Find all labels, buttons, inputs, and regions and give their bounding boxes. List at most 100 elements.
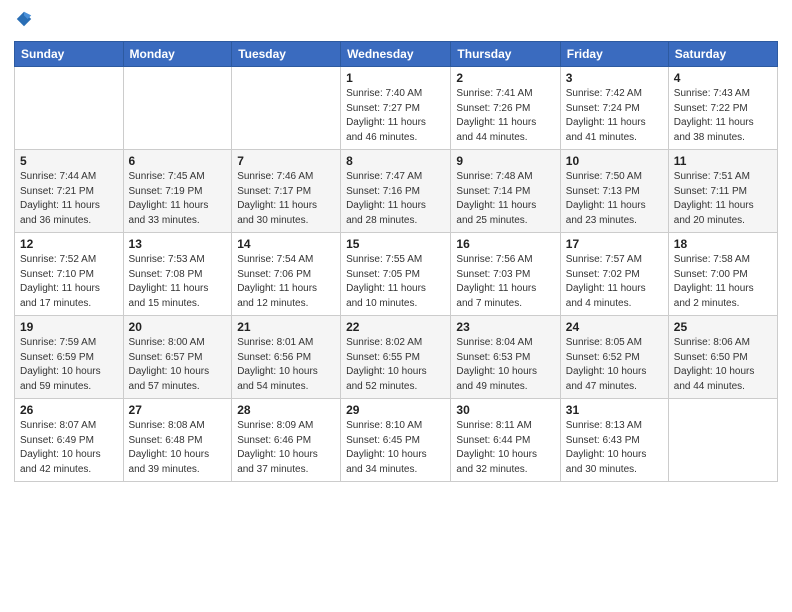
day-info: Sunrise: 8:07 AM Sunset: 6:49 PM Dayligh… xyxy=(20,419,118,477)
day-info: Sunrise: 8:04 AM Sunset: 6:53 PM Dayligh… xyxy=(456,336,554,394)
header xyxy=(14,10,778,33)
day-number: 9 xyxy=(456,154,554,168)
day-number: 23 xyxy=(456,320,554,334)
day-info: Sunrise: 7:50 AM Sunset: 7:13 PM Dayligh… xyxy=(566,170,663,228)
day-number: 19 xyxy=(20,320,118,334)
calendar-cell xyxy=(232,67,341,150)
day-info: Sunrise: 7:52 AM Sunset: 7:10 PM Dayligh… xyxy=(20,253,118,311)
calendar-cell: 5 Sunrise: 7:44 AM Sunset: 7:21 PM Daylig… xyxy=(15,150,124,233)
calendar-cell: 24Sunrise: 8:05 AM Sunset: 6:52 PM Dayli… xyxy=(560,316,668,399)
page: SundayMondayTuesdayWednesdayThursdayFrid… xyxy=(0,0,792,612)
calendar-day-header: Friday xyxy=(560,42,668,67)
calendar-cell: 27 Sunrise: 8:08 AM Sunset: 6:48 PM Dayli… xyxy=(123,399,232,482)
day-number: 27 xyxy=(129,403,227,417)
logo-icon xyxy=(15,10,33,28)
calendar-cell: 1 Sunrise: 7:40 AM Sunset: 7:27 PM Daylig… xyxy=(341,67,451,150)
calendar-cell: 23 Sunrise: 8:04 AM Sunset: 6:53 PM Dayli… xyxy=(451,316,560,399)
day-info: Sunrise: 7:41 AM Sunset: 7:26 PM Dayligh… xyxy=(456,87,554,145)
calendar-cell: 17 Sunrise: 7:57 AM Sunset: 7:02 PM Dayli… xyxy=(560,233,668,316)
calendar-cell xyxy=(15,67,124,150)
day-number: 21 xyxy=(237,320,335,334)
day-info: Sunrise: 7:48 AM Sunset: 7:14 PM Dayligh… xyxy=(456,170,554,228)
calendar-cell: 30 Sunrise: 8:11 AM Sunset: 6:44 PM Dayli… xyxy=(451,399,560,482)
day-number: 14 xyxy=(237,237,335,251)
calendar-cell: 2Sunrise: 7:41 AM Sunset: 7:26 PM Daylig… xyxy=(451,67,560,150)
calendar-day-header: Sunday xyxy=(15,42,124,67)
calendar-day-header: Saturday xyxy=(668,42,777,67)
day-number: 6 xyxy=(129,154,227,168)
calendar-cell: 12 Sunrise: 7:52 AM Sunset: 7:10 PM Dayli… xyxy=(15,233,124,316)
logo xyxy=(14,10,35,33)
calendar-cell: 29 Sunrise: 8:10 AM Sunset: 6:45 PM Dayli… xyxy=(341,399,451,482)
day-info: Sunrise: 7:55 AM Sunset: 7:05 PM Dayligh… xyxy=(346,253,445,311)
day-info: Sunrise: 7:40 AM Sunset: 7:27 PM Dayligh… xyxy=(346,87,445,145)
calendar-week-row: 1 Sunrise: 7:40 AM Sunset: 7:27 PM Daylig… xyxy=(15,67,778,150)
day-info: Sunrise: 8:06 AM Sunset: 6:50 PM Dayligh… xyxy=(674,336,772,394)
day-info: Sunrise: 7:53 AM Sunset: 7:08 PM Dayligh… xyxy=(129,253,227,311)
day-info: Sunrise: 7:51 AM Sunset: 7:11 PM Dayligh… xyxy=(674,170,772,228)
calendar-cell: 26 Sunrise: 8:07 AM Sunset: 6:49 PM Dayli… xyxy=(15,399,124,482)
day-number: 12 xyxy=(20,237,118,251)
calendar-cell: 10 Sunrise: 7:50 AM Sunset: 7:13 PM Dayli… xyxy=(560,150,668,233)
calendar-day-header: Wednesday xyxy=(341,42,451,67)
day-info: Sunrise: 8:10 AM Sunset: 6:45 PM Dayligh… xyxy=(346,419,445,477)
day-info: Sunrise: 8:02 AM Sunset: 6:55 PM Dayligh… xyxy=(346,336,445,394)
day-info: Sunrise: 7:54 AM Sunset: 7:06 PM Dayligh… xyxy=(237,253,335,311)
calendar-table: SundayMondayTuesdayWednesdayThursdayFrid… xyxy=(14,41,778,482)
day-number: 4 xyxy=(674,71,772,85)
calendar-cell: 14 Sunrise: 7:54 AM Sunset: 7:06 PM Dayli… xyxy=(232,233,341,316)
day-info: Sunrise: 8:05 AM Sunset: 6:52 PM Dayligh… xyxy=(566,336,663,394)
day-number: 20 xyxy=(129,320,227,334)
calendar-cell xyxy=(668,399,777,482)
calendar-cell: 28Sunrise: 8:09 AM Sunset: 6:46 PM Dayli… xyxy=(232,399,341,482)
day-info: Sunrise: 8:08 AM Sunset: 6:48 PM Dayligh… xyxy=(129,419,227,477)
day-info: Sunrise: 8:09 AM Sunset: 6:46 PM Dayligh… xyxy=(237,419,335,477)
day-info: Sunrise: 7:59 AM Sunset: 6:59 PM Dayligh… xyxy=(20,336,118,394)
day-number: 26 xyxy=(20,403,118,417)
day-number: 31 xyxy=(566,403,663,417)
day-info: Sunrise: 8:11 AM Sunset: 6:44 PM Dayligh… xyxy=(456,419,554,477)
day-info: Sunrise: 7:44 AM Sunset: 7:21 PM Dayligh… xyxy=(20,170,118,228)
day-info: Sunrise: 7:47 AM Sunset: 7:16 PM Dayligh… xyxy=(346,170,445,228)
day-number: 15 xyxy=(346,237,445,251)
calendar-week-row: 12 Sunrise: 7:52 AM Sunset: 7:10 PM Dayli… xyxy=(15,233,778,316)
calendar-day-header: Thursday xyxy=(451,42,560,67)
day-info: Sunrise: 7:42 AM Sunset: 7:24 PM Dayligh… xyxy=(566,87,663,145)
day-number: 1 xyxy=(346,71,445,85)
calendar-cell: 25Sunrise: 8:06 AM Sunset: 6:50 PM Dayli… xyxy=(668,316,777,399)
day-number: 3 xyxy=(566,71,663,85)
calendar-week-row: 19 Sunrise: 7:59 AM Sunset: 6:59 PM Dayli… xyxy=(15,316,778,399)
calendar-cell: 8 Sunrise: 7:47 AM Sunset: 7:16 PM Daylig… xyxy=(341,150,451,233)
calendar-cell: 9 Sunrise: 7:48 AM Sunset: 7:14 PM Daylig… xyxy=(451,150,560,233)
calendar-day-header: Tuesday xyxy=(232,42,341,67)
calendar-cell: 16Sunrise: 7:56 AM Sunset: 7:03 PM Dayli… xyxy=(451,233,560,316)
day-number: 5 xyxy=(20,154,118,168)
day-number: 13 xyxy=(129,237,227,251)
day-number: 30 xyxy=(456,403,554,417)
day-number: 16 xyxy=(456,237,554,251)
day-info: Sunrise: 8:00 AM Sunset: 6:57 PM Dayligh… xyxy=(129,336,227,394)
day-number: 17 xyxy=(566,237,663,251)
calendar-week-row: 5 Sunrise: 7:44 AM Sunset: 7:21 PM Daylig… xyxy=(15,150,778,233)
day-info: Sunrise: 8:13 AM Sunset: 6:43 PM Dayligh… xyxy=(566,419,663,477)
day-number: 10 xyxy=(566,154,663,168)
calendar-cell: 4Sunrise: 7:43 AM Sunset: 7:22 PM Daylig… xyxy=(668,67,777,150)
day-info: Sunrise: 7:45 AM Sunset: 7:19 PM Dayligh… xyxy=(129,170,227,228)
day-number: 22 xyxy=(346,320,445,334)
calendar-cell: 6 Sunrise: 7:45 AM Sunset: 7:19 PM Daylig… xyxy=(123,150,232,233)
calendar-week-row: 26 Sunrise: 8:07 AM Sunset: 6:49 PM Dayli… xyxy=(15,399,778,482)
day-info: Sunrise: 8:01 AM Sunset: 6:56 PM Dayligh… xyxy=(237,336,335,394)
calendar-day-header: Monday xyxy=(123,42,232,67)
day-number: 11 xyxy=(674,154,772,168)
day-info: Sunrise: 7:57 AM Sunset: 7:02 PM Dayligh… xyxy=(566,253,663,311)
calendar-cell: 3 Sunrise: 7:42 AM Sunset: 7:24 PM Daylig… xyxy=(560,67,668,150)
day-number: 8 xyxy=(346,154,445,168)
calendar-cell: 20 Sunrise: 8:00 AM Sunset: 6:57 PM Dayli… xyxy=(123,316,232,399)
day-info: Sunrise: 7:46 AM Sunset: 7:17 PM Dayligh… xyxy=(237,170,335,228)
calendar-cell: 18 Sunrise: 7:58 AM Sunset: 7:00 PM Dayli… xyxy=(668,233,777,316)
day-number: 18 xyxy=(674,237,772,251)
calendar-cell: 11 Sunrise: 7:51 AM Sunset: 7:11 PM Dayli… xyxy=(668,150,777,233)
calendar-cell: 7Sunrise: 7:46 AM Sunset: 7:17 PM Daylig… xyxy=(232,150,341,233)
day-number: 29 xyxy=(346,403,445,417)
day-info: Sunrise: 7:58 AM Sunset: 7:00 PM Dayligh… xyxy=(674,253,772,311)
